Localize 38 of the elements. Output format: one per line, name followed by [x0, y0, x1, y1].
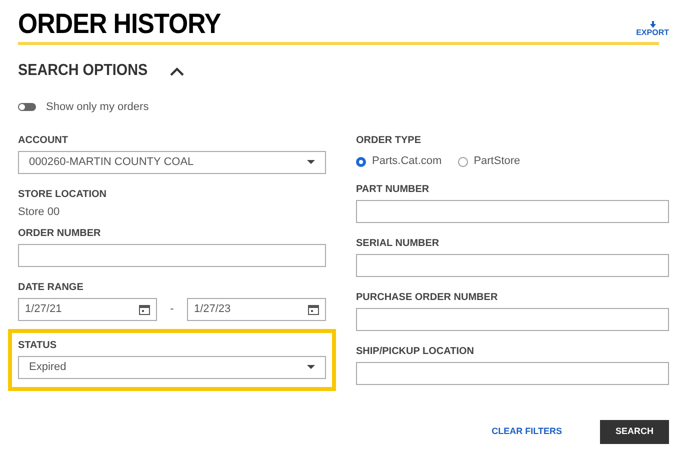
date-field[interactable]: 1/27/21	[18, 298, 158, 320]
toggle-label: Show only my orders	[46, 100, 149, 115]
input-field[interactable]	[356, 308, 669, 330]
input-field[interactable]	[356, 200, 669, 222]
caret-icon	[307, 365, 315, 369]
download-icon	[650, 21, 656, 28]
input-field[interactable]	[356, 254, 669, 276]
page-title: ORDER HISTORY	[18, 8, 221, 40]
field-label: STATUS	[18, 338, 58, 352]
field-label: PURCHASE ORDER NUMBER	[356, 290, 499, 304]
field-label: STORE LOCATION	[18, 188, 108, 202]
radio-icon	[356, 156, 366, 166]
field-label: PART NUMBER	[356, 182, 430, 196]
chevron-up-icon	[170, 66, 184, 76]
toggle-switch[interactable]	[18, 103, 36, 112]
date-field[interactable]: 1/27/23	[186, 298, 326, 320]
field-label: ORDER NUMBER	[18, 226, 102, 240]
range-separator: -	[169, 302, 175, 317]
field-label: SHIP/PICKUP LOCATION	[356, 344, 475, 358]
dropdown[interactable]: 000260-MARTIN COUNTY COAL	[18, 150, 326, 174]
field-label: ACCOUNT	[18, 134, 69, 148]
radio-icon	[458, 156, 468, 166]
search-button[interactable]: SEARCH	[600, 420, 669, 444]
radio-option[interactable]: Parts.Cat.com	[356, 153, 442, 170]
export-button[interactable]: EXPORT	[636, 21, 669, 38]
store-value: Store 00	[18, 204, 61, 218]
field-label: SERIAL NUMBER	[356, 236, 440, 250]
field-label: ORDER TYPE	[356, 134, 422, 148]
radio-option[interactable]: PartStore	[458, 153, 520, 170]
input-field[interactable]	[18, 244, 326, 266]
input-field[interactable]	[356, 362, 669, 384]
caret-icon	[307, 160, 315, 164]
dropdown[interactable]: Expired	[18, 356, 326, 378]
calendar-icon	[308, 304, 319, 314]
clear-filters-link[interactable]: CLEAR FILTERS	[492, 425, 562, 439]
calendar-icon	[139, 304, 150, 314]
search-options-toggle[interactable]: SEARCH OPTIONS	[18, 59, 184, 83]
field-label: DATE RANGE	[18, 280, 84, 294]
